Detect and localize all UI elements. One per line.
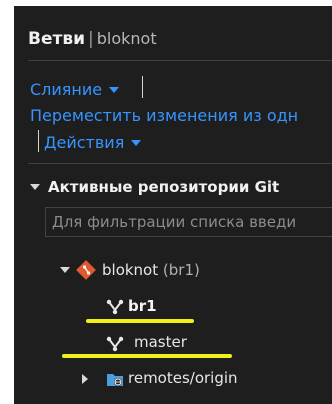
expand-remote-icon[interactable]: [82, 374, 88, 384]
chevron-down-icon: [131, 140, 142, 146]
branches-view: Ветви | bloknot Слияние Переместить измене…: [14, 6, 332, 404]
actions-divider: [28, 163, 332, 164]
collapse-section-icon[interactable]: [30, 184, 40, 190]
active-repos-heading: Активные репозитории Git: [48, 178, 280, 196]
toolbar-separator: [142, 76, 143, 98]
title-text: Ветви: [28, 29, 86, 49]
actions-label: Действия: [44, 133, 125, 152]
repo-node[interactable]: bloknot (br1): [102, 261, 200, 279]
branch-item-master[interactable]: master: [134, 333, 187, 351]
branch-item-br1[interactable]: br1: [128, 297, 157, 315]
title-repo-name: bloknot: [96, 29, 157, 48]
highlight-underline-br1: [86, 319, 194, 323]
chevron-down-icon: [109, 87, 120, 93]
branch-filter-input[interactable]: Для фильтрации списка введи: [45, 207, 332, 237]
branches-panel: Ветви | bloknot Слияние Переместить измене…: [0, 0, 332, 404]
move-changes-link[interactable]: Переместить изменения из одн: [30, 106, 298, 125]
title-separator: |: [88, 29, 94, 49]
repo-name: bloknot: [102, 261, 159, 279]
highlight-underline-master: [62, 354, 232, 358]
merge-label: Слияние: [30, 80, 103, 99]
remote-node-origin[interactable]: remotes/origin: [128, 369, 238, 387]
remote-folder-icon: [106, 370, 124, 388]
collapse-repo-icon[interactable]: [60, 267, 70, 273]
merge-dropdown[interactable]: Слияние: [30, 80, 120, 99]
header-divider: [28, 60, 332, 61]
page-title: Ветви | bloknot: [28, 29, 157, 49]
git-branch-icon: [106, 299, 124, 315]
repo-current-branch: (br1): [162, 261, 200, 279]
git-branch-icon: [106, 336, 124, 352]
git-repo-diamond-icon: [76, 260, 96, 280]
toolbar-separator-2: [38, 130, 39, 152]
actions-dropdown[interactable]: Действия: [44, 133, 142, 152]
